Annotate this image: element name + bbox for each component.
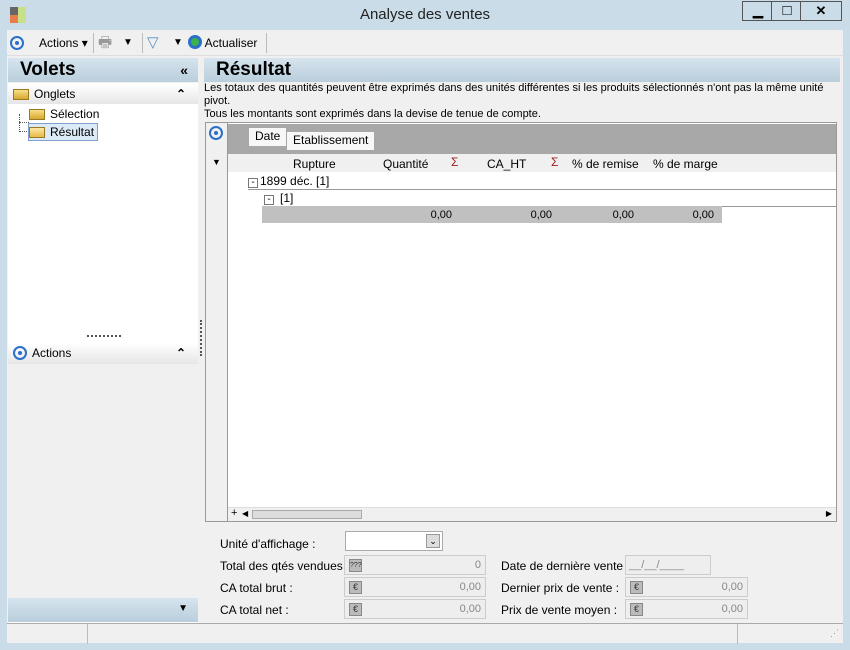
euro-icon: € [630, 581, 643, 594]
column-header-remise[interactable]: % de remise [572, 157, 639, 171]
actions-icon [13, 346, 27, 360]
sum-icon: Σ [551, 155, 559, 169]
print-dropdown[interactable]: ▼ [123, 34, 133, 52]
refresh-label: Actualiser [204, 36, 258, 50]
client-area: Actions ▾ 🖶 ▼ ▽ ▼ Actualiser Volets « Ong… [7, 30, 843, 644]
last-price-field: €0,00 [625, 577, 748, 597]
last-date-field: __/__/____ [625, 555, 711, 575]
window-title: Analyse des ventes [359, 6, 491, 23]
sum-icon: Σ [451, 155, 459, 169]
grid-menu-dropdown[interactable]: ▼ [212, 157, 221, 167]
scrollbar-thumb[interactable] [252, 510, 362, 519]
collapse-section-icon[interactable]: ⌃ [176, 343, 186, 363]
collapse-section-icon[interactable]: ⌃ [176, 84, 186, 104]
unit-label: Unité d'affichage : [220, 537, 316, 551]
column-header-quantite[interactable]: Quantité [383, 157, 428, 171]
collapse-panes-button[interactable]: « [180, 58, 188, 82]
folder-icon [13, 89, 29, 101]
collapse-button[interactable]: - [264, 195, 274, 205]
totals-row: 0,00 0,00 0,00 0,00 [262, 206, 722, 223]
subgroup-row: - [1] [264, 190, 836, 207]
ca-net-field: €0,00 [344, 599, 486, 619]
actions-label: Actions [39, 36, 79, 50]
pivot-grid[interactable]: ▼ Date Etablissement Rupture Quantité Σ … [205, 122, 837, 522]
panes-header: Volets « [8, 58, 198, 82]
options-icon[interactable] [10, 36, 24, 54]
filter-icon[interactable]: ▽ [147, 34, 159, 52]
actions-menu[interactable]: Actions ▾ [39, 34, 88, 52]
panes-title: Volets [20, 59, 76, 80]
group-tab-etablissement[interactable]: Etablissement [287, 132, 375, 150]
chevron-down-icon: ⌄ [426, 534, 440, 548]
result-header: Résultat [204, 58, 840, 82]
ca-net-label: CA total net : [220, 603, 289, 617]
total-quantite: 0,00 [430, 209, 452, 221]
avg-price-label: Prix de vente moyen : [501, 603, 618, 617]
open-folder-icon [29, 127, 45, 139]
unit-select[interactable]: ⌄ [345, 531, 443, 551]
last-price-label: Dernier prix de vente : [501, 581, 620, 595]
qty-field: ??? 0 [344, 555, 486, 575]
print-icon[interactable]: 🖶 [98, 34, 112, 52]
refresh-button[interactable]: Actualiser [188, 34, 257, 52]
euro-icon: € [349, 581, 362, 594]
maximize-button[interactable]: □ [771, 1, 803, 21]
column-header-ca-ht[interactable]: CA_HT [487, 157, 526, 171]
tree-item-selection[interactable]: Sélection [29, 105, 99, 123]
panes-menu-dropdown[interactable]: ▼ [178, 603, 188, 614]
group-row: -1899 déc. [1] [248, 173, 836, 190]
close-button[interactable]: ✕ [800, 1, 842, 21]
tree-item-label: Sélection [50, 107, 100, 121]
group-label: [1] [280, 191, 294, 205]
actions-section-label: Actions [32, 346, 72, 360]
collapse-button[interactable]: - [248, 178, 258, 188]
tree-item-resultat[interactable]: Résultat [28, 123, 99, 141]
unit-icon: ??? [349, 559, 362, 572]
toolbar: Actions ▾ 🖶 ▼ ▽ ▼ Actualiser [7, 30, 843, 56]
tree-item-label: Résultat [50, 125, 95, 139]
total-ca-ht: 0,00 [530, 209, 552, 221]
total-marge: 0,00 [692, 209, 714, 221]
column-header-marge[interactable]: % de marge [653, 157, 718, 171]
folder-icon [29, 109, 45, 121]
tabs-section-label: Onglets [34, 87, 76, 101]
filter-dropdown[interactable]: ▼ [173, 34, 183, 52]
tabs-section-header[interactable]: Onglets ⌃ [8, 84, 198, 104]
minimize-button[interactable]: ▁ [742, 1, 774, 21]
horizontal-scrollbar[interactable]: + ◀ ▶ [228, 507, 836, 521]
title-bar: Analyse des ventes ▁ □ ✕ [0, 0, 850, 30]
column-header-rupture[interactable]: Rupture [293, 157, 336, 171]
qty-label: Total des qtés vendues : [220, 559, 350, 573]
ca-brut-label: CA total brut : [220, 581, 293, 595]
result-title: Résultat [216, 59, 291, 80]
grid-options-icon[interactable] [209, 126, 223, 143]
resize-grip[interactable]: ⋰ [830, 628, 839, 639]
vertical-splitter[interactable] [200, 320, 202, 356]
panes-footer: ▼ [8, 598, 198, 622]
info-text: Les totaux des quantités peuvent être ex… [204, 82, 824, 107]
group-label: 1899 déc. [1] [260, 174, 330, 188]
status-bar: ⋰ [7, 623, 843, 644]
ca-brut-field: €0,00 [344, 577, 486, 597]
avg-price-field: €0,00 [625, 599, 748, 619]
last-date-label: Date de dernière vente : [501, 559, 630, 573]
actions-section-header[interactable]: Actions ⌃ [8, 343, 198, 364]
info-text: Tous les montants sont exprimés dans la … [204, 108, 541, 120]
total-remise: 0,00 [612, 209, 634, 221]
refresh-icon [188, 35, 202, 49]
euro-icon: € [630, 603, 643, 616]
splitter-handle[interactable] [87, 335, 121, 337]
euro-icon: € [349, 603, 362, 616]
group-tab-date[interactable]: Date [249, 128, 287, 146]
